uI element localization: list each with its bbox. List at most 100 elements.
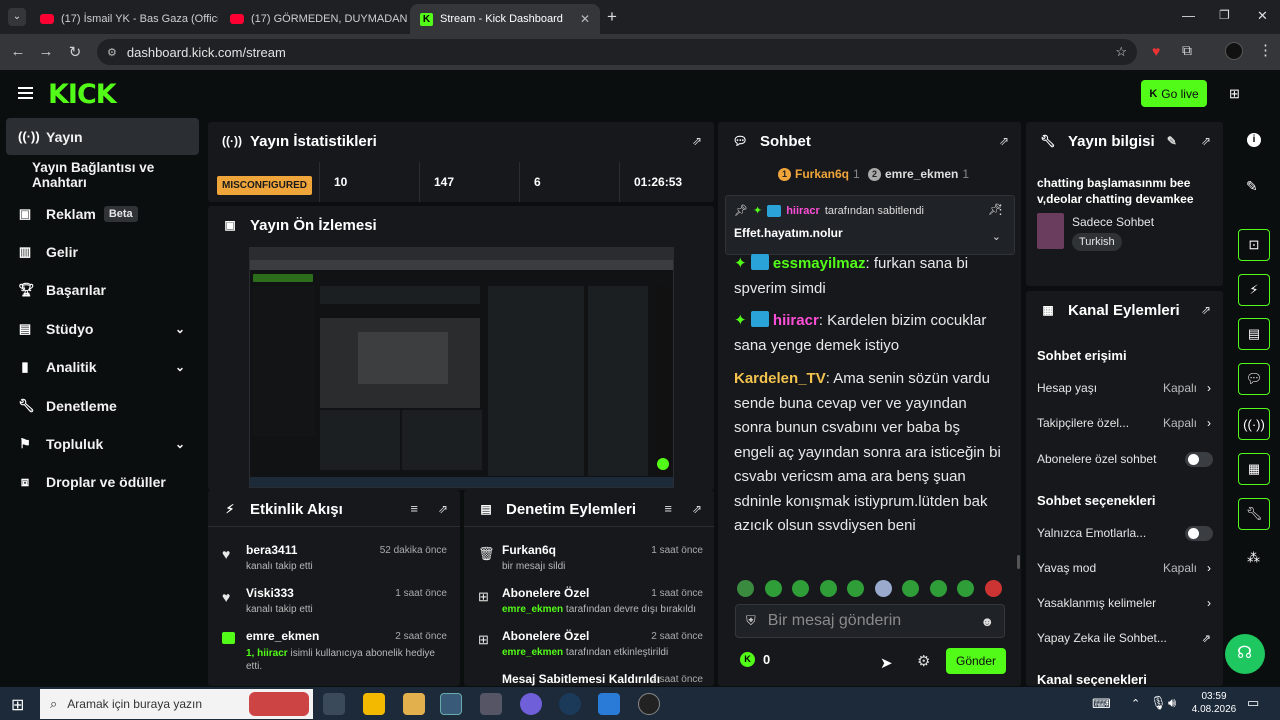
rail-button-broadcast[interactable]: ((·)) — [1238, 408, 1270, 440]
extension-icon[interactable]: ♥ — [1152, 43, 1160, 59]
microphone-icon[interactable]: 🎙︎ — [1150, 695, 1167, 711]
restore-icon[interactable]: ❐ — [1219, 8, 1230, 22]
popout-icon[interactable]: ⇗ — [438, 502, 448, 516]
chevron-down-icon[interactable]: ⌄ — [992, 230, 1001, 243]
bookmark-star-icon[interactable]: ☆ — [1115, 44, 1127, 60]
rail-button-actions[interactable]: ▦ — [1238, 453, 1270, 485]
more-options-icon[interactable]: ⋮ — [994, 202, 1007, 218]
emote-icon[interactable] — [902, 580, 919, 597]
reload-icon[interactable]: ↻ — [61, 43, 89, 61]
clock[interactable]: 03:59 4.08.2026 — [1190, 690, 1238, 716]
edit-pencil-icon[interactable]: ✎ — [1246, 178, 1258, 195]
emote-icon[interactable] — [820, 580, 837, 597]
browser-menu-icon[interactable]: ⋮ — [1258, 41, 1273, 59]
new-tab-icon[interactable]: + — [607, 7, 617, 27]
tab-search-button[interactable]: ⌄ — [8, 8, 26, 26]
profile-avatar[interactable] — [1225, 42, 1243, 60]
rail-button-wrench[interactable]: 🔧︎ — [1238, 498, 1270, 530]
sidebar-item-stream-key[interactable]: Yayın Bağlantısı ve Anahtarı — [6, 156, 211, 193]
emotes-only-toggle[interactable] — [1185, 525, 1213, 541]
sidebar-item-basarilar[interactable]: 🏆︎ Başarılar — [6, 271, 199, 308]
discord-icon[interactable] — [520, 693, 542, 715]
url-field[interactable]: ⚙ dashboard.kick.com/stream ☆ — [97, 39, 1137, 65]
menu-icon[interactable] — [18, 87, 33, 99]
category-name[interactable]: Sadece Sohbet — [1072, 215, 1154, 229]
emote-icon[interactable] — [957, 580, 974, 597]
rail-button-chat[interactable]: 💬︎ — [1238, 363, 1270, 395]
forward-icon[interactable]: → — [32, 43, 60, 60]
banned-words-setting[interactable]: Yasaklanmış kelimeler › — [1037, 596, 1215, 610]
followers-only-setting[interactable]: Takipçilere özel... Kapalı › — [1037, 416, 1215, 430]
keyboard-icon[interactable]: ⌨ — [1092, 696, 1111, 712]
app-icon[interactable] — [363, 693, 385, 715]
chat-message[interactable]: ✦ hiiracr: Kardelen bizim cocuklar sana … — [734, 309, 1004, 358]
send-button[interactable]: Gönder — [946, 648, 1006, 674]
popout-icon[interactable]: ⇗ — [692, 134, 702, 148]
chat-input[interactable]: ⛨ Bir mesaj gönderin ☻ — [735, 604, 1005, 638]
emote-icon[interactable] — [765, 580, 782, 597]
pinned-message[interactable]: 📌︎ ✦ hiiracr tarafından sabitlendi Effet… — [725, 195, 1015, 255]
sidebar-item-denetleme[interactable]: 🔧︎ Denetleme — [6, 387, 199, 424]
mod-actor[interactable]: emre_ekmen — [502, 604, 563, 615]
file-explorer-icon[interactable] — [403, 693, 425, 715]
volume-icon[interactable]: 🔊︎ — [1168, 695, 1176, 711]
obs-icon[interactable] — [638, 693, 660, 715]
browser-tab-2[interactable]: (17) GÖRMEDEN, DUYMADAN ✕ — [220, 4, 408, 34]
account-age-setting[interactable]: Hesap yaşı Kapalı › — [1037, 381, 1215, 395]
layout-icon[interactable]: ⊞ — [1229, 86, 1240, 102]
windows-start-icon[interactable]: ⊞ — [11, 695, 24, 715]
sidebar-item-reklam[interactable]: ▣ Reklam Beta — [6, 195, 199, 232]
chevron-up-icon[interactable]: ⌃ — [1131, 697, 1140, 710]
chat-message[interactable]: ✦ essmayilmaz: furkan sana bi spverim si… — [734, 252, 1004, 301]
task-view-icon[interactable] — [323, 693, 345, 715]
chat-username[interactable]: hiiracr — [773, 312, 819, 329]
close-icon[interactable]: ✕ — [580, 12, 590, 26]
slow-mode-setting[interactable]: Yavaş mod Kapalı › — [1037, 561, 1215, 575]
go-live-button[interactable]: K Go live — [1141, 80, 1207, 107]
chat-username[interactable]: Kardelen_TV — [734, 370, 826, 387]
back-icon[interactable]: ← — [4, 43, 32, 60]
subs-only-toggle[interactable] — [1185, 451, 1213, 467]
emote-icon[interactable] — [985, 580, 1002, 597]
support-button[interactable]: ☊ — [1225, 634, 1265, 674]
site-info-icon[interactable]: ⚙ — [107, 46, 117, 59]
sidebar-item-topluluk[interactable]: ⚑ Topluluk ⌄ — [6, 425, 199, 462]
gift-recipient[interactable]: 1, hiiracr — [246, 648, 288, 659]
steam-icon[interactable] — [559, 693, 581, 715]
chat-username[interactable]: essmayilmaz — [773, 255, 866, 272]
rail-button-document[interactable]: ▤ — [1238, 318, 1270, 350]
edit-pencil-icon[interactable]: ✎ — [1167, 134, 1177, 148]
rail-button-camera[interactable]: ⊡ — [1238, 229, 1270, 261]
popout-icon[interactable]: ⇗ — [1201, 134, 1211, 148]
emote-icon[interactable] — [930, 580, 947, 597]
filter-icon[interactable]: ≡ — [410, 501, 418, 516]
pinned-by[interactable]: hiiracr — [786, 205, 820, 217]
popout-icon[interactable]: ⇗ — [692, 502, 702, 516]
kick-logo[interactable]: KICK — [48, 79, 117, 110]
stream-preview-video[interactable] — [249, 247, 674, 488]
apps-icon[interactable]: ⁂ — [1247, 550, 1260, 566]
app-icon[interactable] — [598, 693, 620, 715]
sidebar-item-droplar[interactable]: ⧈ Droplar ve ödüller — [6, 463, 199, 500]
chat-message[interactable]: Kardelen_TV: Ama senin sözün vardu sende… — [734, 367, 1004, 539]
popout-icon[interactable]: ⇗ — [1201, 303, 1211, 317]
sidebar-item-analitik[interactable]: ▮ Analitik ⌄ — [6, 348, 199, 385]
gear-icon[interactable]: ⚙ — [917, 652, 930, 670]
filter-icon[interactable]: ≡ — [664, 501, 672, 516]
close-window-icon[interactable]: ✕ — [1257, 8, 1268, 24]
chrome-icon[interactable] — [440, 693, 462, 715]
browser-tab-1[interactable]: (17) İsmail YK - Bas Gaza (Offici ✕ — [30, 4, 218, 34]
top-chatter-2[interactable]: 2 emre_ekmen 1 — [868, 167, 969, 181]
app-icon[interactable] — [480, 693, 502, 715]
emoji-icon[interactable]: ☻ — [980, 614, 994, 629]
ai-chat-setting[interactable]: Yapay Zeka ile Sohbet... ⇗ — [1037, 631, 1215, 645]
sidebar-item-gelir[interactable]: ▥ Gelir — [6, 233, 199, 270]
mod-actor[interactable]: emre_ekmen — [502, 647, 563, 658]
sidebar-item-yayin[interactable]: ((·)) Yayın — [6, 118, 199, 155]
popout-icon[interactable]: ⇗ — [999, 134, 1009, 148]
notifications-icon[interactable]: ▭ — [1247, 695, 1259, 711]
browser-tab-3[interactable]: K Stream - Kick Dashboard ✕ — [410, 4, 600, 34]
chat-scrollbar[interactable] — [1017, 555, 1020, 569]
emote-icon[interactable] — [875, 580, 892, 597]
emote-icon[interactable] — [847, 580, 864, 597]
